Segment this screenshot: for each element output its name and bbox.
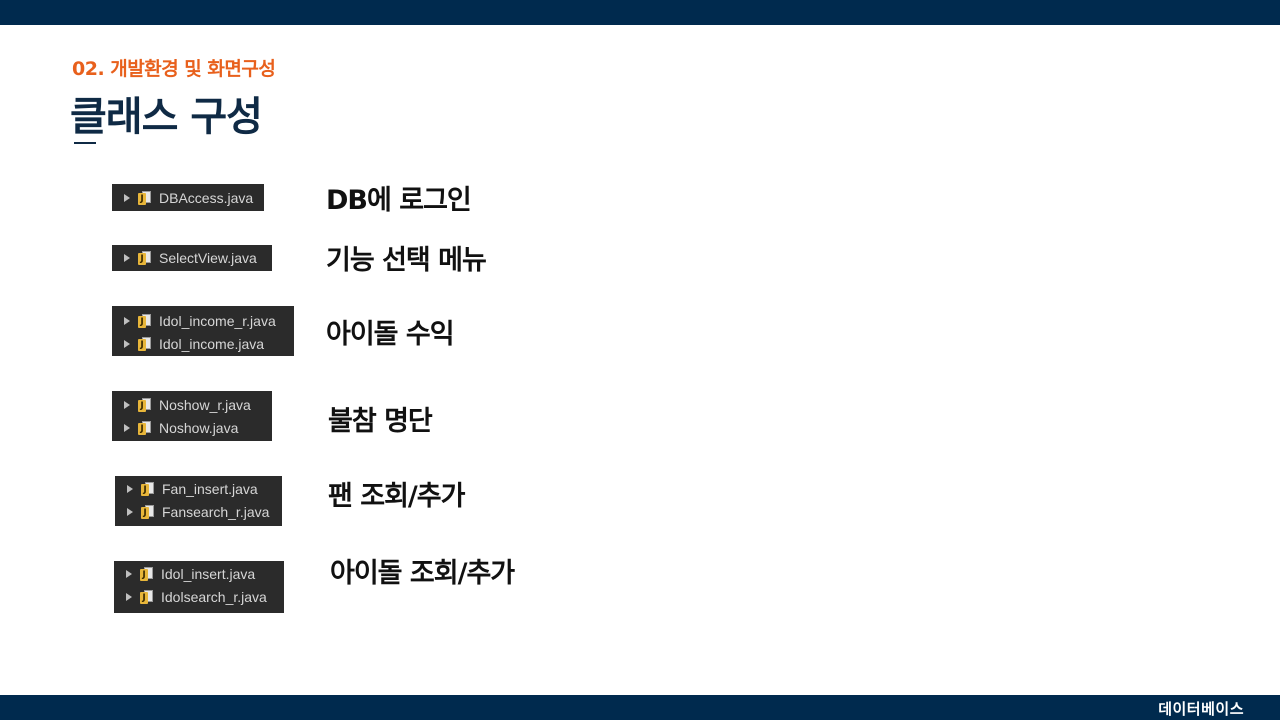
footer-label: 데이터베이스 <box>1158 700 1244 718</box>
file-name: Fansearch_r.java <box>162 503 270 520</box>
file-row[interactable]: J Idol_income.java <box>112 332 264 355</box>
expand-arrow-icon[interactable] <box>124 253 130 262</box>
description-label: 아이돌 수익 <box>326 319 455 350</box>
file-name: Idol_income_r.java <box>159 312 276 329</box>
description-label: 아이돌 조회/추가 <box>330 558 515 589</box>
java-file-icon: J <box>138 336 151 351</box>
expand-arrow-icon[interactable] <box>124 339 130 348</box>
top-bar <box>0 0 1280 25</box>
file-panel-idol-income: J Idol_income_r.java J Idol_income.java <box>112 306 294 356</box>
description-label: DB에 로그인 <box>326 185 472 216</box>
file-row[interactable]: J Noshow_r.java <box>112 393 251 416</box>
file-row[interactable]: J Noshow.java <box>112 416 238 439</box>
expand-arrow-icon[interactable] <box>124 400 130 409</box>
file-panel-dbaccess: J DBAccess.java <box>112 184 264 211</box>
file-name: Idol_insert.java <box>161 565 256 582</box>
java-file-icon: J <box>140 566 153 581</box>
bottom-bar: 데이터베이스 <box>0 695 1280 720</box>
section-label: 02. 개발환경 및 화면구성 <box>72 58 276 80</box>
description-label: 불참 명단 <box>328 406 433 437</box>
file-name: Fan_insert.java <box>162 480 258 497</box>
title-underline <box>74 142 96 144</box>
file-name: Idol_income.java <box>159 335 265 352</box>
expand-arrow-icon[interactable] <box>127 507 133 516</box>
file-name: Idolsearch_r.java <box>161 588 267 605</box>
file-name: DBAccess.java <box>159 189 254 206</box>
description-label: 팬 조회/추가 <box>328 481 465 512</box>
file-row[interactable]: J Fan_insert.java <box>115 477 258 500</box>
file-row[interactable]: J Idolsearch_r.java <box>114 585 267 608</box>
file-panel-fan: J Fan_insert.java J Fansearch_r.java <box>115 476 282 526</box>
expand-arrow-icon[interactable] <box>124 316 130 325</box>
java-file-icon: J <box>141 504 154 519</box>
page-title: 클래스 구성 <box>70 94 263 140</box>
java-file-icon: J <box>140 589 153 604</box>
file-row[interactable]: J SelectView.java <box>112 246 257 269</box>
file-panel-noshow: J Noshow_r.java J Noshow.java <box>112 391 272 441</box>
file-name: Noshow.java <box>159 419 239 436</box>
expand-arrow-icon[interactable] <box>127 484 133 493</box>
file-name: SelectView.java <box>159 249 257 266</box>
file-row[interactable]: J Fansearch_r.java <box>115 500 269 523</box>
java-file-icon: J <box>138 313 151 328</box>
java-file-icon: J <box>141 481 154 496</box>
java-file-icon: J <box>138 190 151 205</box>
file-row[interactable]: J Idol_income_r.java <box>112 309 276 332</box>
file-panel-idol: J Idol_insert.java J Idolsearch_r.java <box>114 561 284 613</box>
expand-arrow-icon[interactable] <box>124 193 130 202</box>
file-row[interactable]: J Idol_insert.java <box>114 562 255 585</box>
java-file-icon: J <box>138 420 151 435</box>
file-name: Noshow_r.java <box>159 396 251 413</box>
description-label: 기능 선택 메뉴 <box>326 245 487 276</box>
expand-arrow-icon[interactable] <box>124 423 130 432</box>
expand-arrow-icon[interactable] <box>126 569 132 578</box>
java-file-icon: J <box>138 250 151 265</box>
file-row[interactable]: J DBAccess.java <box>112 186 253 209</box>
expand-arrow-icon[interactable] <box>126 592 132 601</box>
file-panel-selectview: J SelectView.java <box>112 245 272 271</box>
java-file-icon: J <box>138 397 151 412</box>
